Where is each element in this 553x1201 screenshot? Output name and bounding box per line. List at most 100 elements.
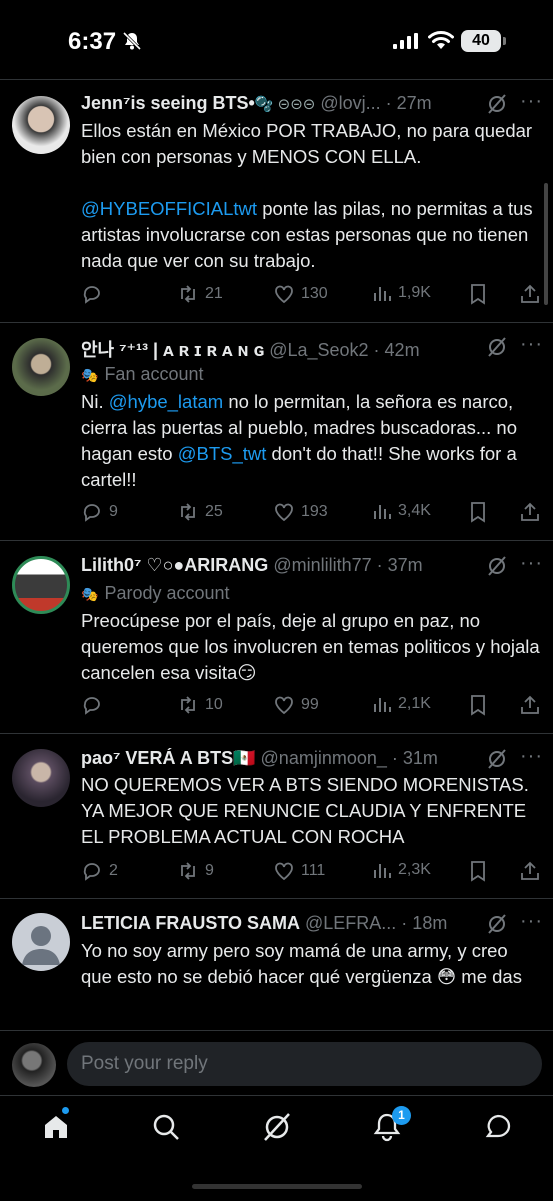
views-button[interactable]: 2,1K	[372, 694, 431, 714]
repost-button[interactable]: 10	[177, 694, 223, 716]
avatar[interactable]	[12, 749, 70, 807]
mention-link[interactable]: @hybe_latam	[109, 391, 223, 412]
display-name[interactable]: Lilith0⁷ ♡○●ARIRANG	[81, 555, 268, 575]
repost-button[interactable]: 25	[177, 501, 223, 523]
repost-icon	[181, 696, 195, 714]
tweet-divider	[0, 322, 553, 323]
handle-time[interactable]: @La_Seok2 · 42m	[269, 340, 419, 360]
tweet-divider	[0, 733, 553, 734]
default-avatar-icon	[22, 926, 60, 965]
my-avatar[interactable]	[12, 1043, 56, 1087]
battery-indicator: 40	[461, 30, 501, 52]
share-button[interactable]	[519, 283, 541, 305]
tweet-actions: 2 9 111 2,3K	[0, 860, 553, 884]
like-button[interactable]: 193	[273, 501, 328, 523]
display-name[interactable]: LETICIA FRAUSTO SAMA	[81, 913, 300, 933]
handle-time[interactable]: @lovj... · 27m	[320, 93, 431, 113]
avatar[interactable]	[12, 96, 70, 154]
share-button[interactable]	[519, 501, 541, 523]
tweet-text: Ellos están en México POR TRABAJO, no pa…	[81, 120, 533, 271]
display-name[interactable]: 안나 ⁷⁺¹³ | ᴀ ʀ ɪ ʀ ᴀ ɴ ɢ	[81, 340, 264, 360]
share-icon	[521, 284, 539, 303]
heart-icon	[275, 696, 293, 715]
tweet-text: Ni. @hybe_latam no lo permitan, la señor…	[81, 391, 518, 490]
messages-icon[interactable]	[483, 1112, 513, 1142]
views-icon	[374, 698, 391, 712]
handle-time[interactable]: @LEFRA... · 18m	[305, 913, 447, 933]
views-button[interactable]: 2,3K	[372, 860, 431, 880]
repost-button[interactable]: 9	[177, 860, 214, 882]
heart-icon	[275, 862, 293, 881]
tweet-actions: 9 25 193 3,4K	[0, 501, 553, 525]
more-options-icon[interactable]: ···	[520, 745, 543, 768]
views-icon	[374, 505, 391, 519]
repost-button[interactable]: 21	[177, 283, 223, 305]
reply-button[interactable]: 2	[81, 860, 118, 882]
notifications-badge: 1	[392, 1106, 411, 1125]
like-button[interactable]: 130	[273, 283, 328, 305]
handle-time[interactable]: @minlilith77 · 37m	[273, 555, 422, 575]
grok-tab-icon[interactable]	[262, 1112, 292, 1142]
avatar[interactable]	[12, 913, 70, 971]
reply-icon	[83, 697, 100, 715]
avatar[interactable]	[12, 338, 70, 396]
tweet-text: Yo no soy army pero soy mamá de una army…	[81, 940, 522, 987]
tweet-actions: 21 130 1,9K	[0, 283, 553, 307]
like-button[interactable]: 111	[273, 860, 325, 882]
reply-button[interactable]	[81, 694, 103, 716]
home-icon[interactable]	[41, 1112, 71, 1142]
reply-input[interactable]: Post your reply	[67, 1042, 542, 1086]
grok-icon[interactable]	[486, 93, 508, 115]
share-button[interactable]	[519, 860, 541, 882]
bookmark-button[interactable]	[468, 694, 488, 716]
reply-button[interactable]	[81, 283, 103, 305]
grok-icon[interactable]	[486, 555, 508, 577]
grok-icon[interactable]	[486, 336, 508, 358]
mention-link[interactable]: @BTS_twt	[178, 443, 267, 464]
repost-icon	[181, 503, 195, 521]
more-options-icon[interactable]: ···	[520, 90, 543, 113]
display-name[interactable]: Jenn⁷is seeing BTS•	[81, 93, 255, 113]
account-badge: 🎭 Parody account	[81, 583, 230, 603]
header-divider	[0, 79, 553, 80]
share-icon	[521, 861, 539, 880]
grok-icon[interactable]	[486, 748, 508, 770]
bookmark-button[interactable]	[468, 860, 488, 882]
like-button[interactable]: 99	[273, 694, 319, 716]
home-indicator	[192, 1184, 362, 1189]
share-button[interactable]	[519, 694, 541, 716]
status-time: 6:37	[68, 28, 117, 55]
scrollbar[interactable]	[544, 183, 548, 305]
views-button[interactable]: 3,4K	[372, 501, 431, 521]
bookmark-button[interactable]	[468, 283, 488, 305]
bookmark-icon	[471, 502, 485, 523]
bookmark-icon	[471, 284, 485, 305]
status-bar: 6:37 40	[0, 0, 553, 80]
heart-icon	[275, 503, 293, 522]
more-options-icon[interactable]: ···	[520, 333, 543, 356]
reply-icon	[83, 286, 100, 304]
mask-icon: 🎭	[81, 367, 99, 383]
reply-icon	[83, 863, 100, 881]
handle-time[interactable]: @namjinmoon_ · 31m	[261, 748, 438, 768]
wifi-icon	[428, 31, 454, 49]
home-new-dot	[62, 1107, 69, 1114]
avatar[interactable]	[12, 556, 70, 614]
bell-slash-icon	[122, 31, 142, 51]
more-options-icon[interactable]: ···	[520, 552, 543, 575]
tweet-divider	[0, 898, 553, 899]
search-icon[interactable]	[151, 1112, 181, 1142]
mask-icon: 🎭	[81, 586, 99, 602]
share-icon	[521, 695, 539, 714]
name-emoji: 🫧 ⊝⊝⊝	[254, 96, 316, 113]
display-name[interactable]: pao⁷ VERÁ A BTS🇲🇽	[81, 748, 256, 768]
tweet-text: Preocúpese por el país, deje al grupo en…	[81, 610, 540, 683]
mention-link[interactable]: @HYBEOFFICIALtwt	[81, 198, 257, 219]
views-button[interactable]: 1,9K	[372, 283, 431, 303]
heart-icon	[275, 285, 293, 304]
reply-divider	[0, 1030, 553, 1031]
bookmark-button[interactable]	[468, 501, 488, 523]
more-options-icon[interactable]: ···	[520, 910, 543, 933]
grok-icon[interactable]	[486, 913, 508, 935]
reply-button[interactable]: 9	[81, 501, 118, 523]
